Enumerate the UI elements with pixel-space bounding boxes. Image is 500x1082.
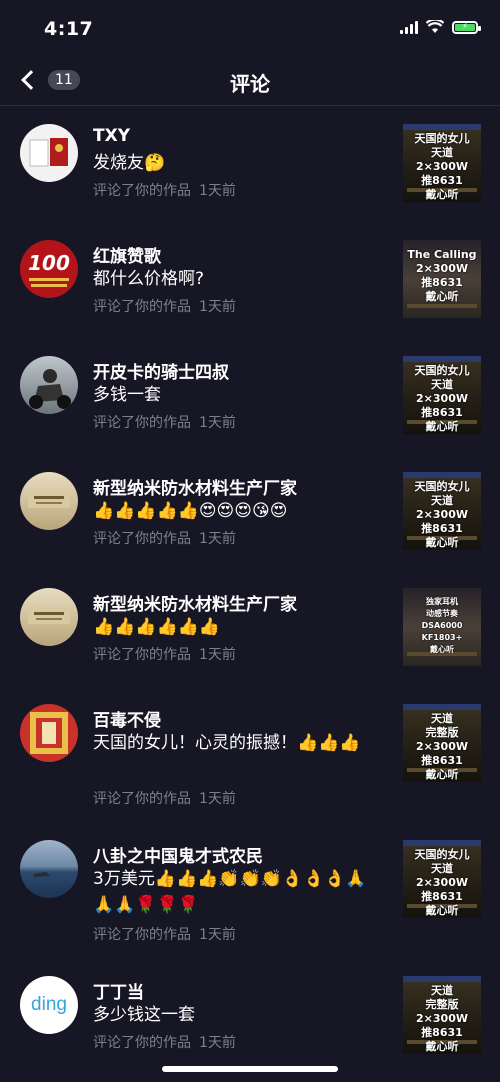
comment-text: 发烧友🤔 <box>93 153 166 173</box>
avatar[interactable] <box>20 124 78 182</box>
thumbnail-caption: 天国的女儿 天道 2×300W 推8631 戴心听 <box>414 848 470 917</box>
meta-time: 1天前 <box>199 927 236 943</box>
comment-item[interactable]: 百毒不侵 天国的女儿！心灵的振撼！👍👍👍 评论了你的作品 1天前 天道 完整版 2… <box>0 686 500 822</box>
meta-action: 评论了你的作品 <box>93 531 191 547</box>
avatar[interactable]: ding <box>20 976 78 1034</box>
comment-item[interactable]: 100 红旗赞歌 都什么价格啊? 评论了你的作品 1天前 The Calling … <box>0 222 500 338</box>
nav-bar: 11 评论 <box>0 56 500 106</box>
comment-meta: 评论了你的作品 1天前 <box>93 924 244 944</box>
status-bar: 4:17 ⚡ <box>0 0 500 56</box>
meta-action: 评论了你的作品 <box>93 299 191 315</box>
thumbnail-caption: 天道 完整版 2×300W 推8631 戴心听 <box>416 984 468 1053</box>
video-thumbnail[interactable]: 天国的女儿 天道 2×300W 推8631 戴心听 <box>403 840 481 918</box>
meta-time: 1天前 <box>199 415 236 431</box>
page-title: 评论 <box>230 72 270 96</box>
avatar-label: 100 <box>28 251 70 275</box>
comment-item[interactable]: 开皮卡的骑士四叔 多钱一套 评论了你的作品 1天前 天国的女儿 天道 2×300W… <box>0 338 500 454</box>
avatar[interactable] <box>20 704 78 762</box>
avatar[interactable] <box>20 840 78 898</box>
comment-meta: 评论了你的作品 1天前 <box>93 296 244 316</box>
comment-item[interactable]: 八卦之中国鬼才式农民 3万美元👍👍👍👏👏👏👌👌👌🙏🙏🙏🌹🌹🌹 评论了你的作品 1天… <box>0 822 500 958</box>
comment-author[interactable]: 八卦之中国鬼才式农民 <box>93 842 263 867</box>
battery-icon: ⚡ <box>452 20 481 34</box>
status-time: 4:17 <box>44 18 94 40</box>
comment-text: 3万美元👍👍👍👏👏👏👌👌👌🙏🙏🙏🌹🌹🌹 <box>93 869 367 915</box>
comment-item[interactable]: ding 丁丁当 多少钱这一套 评论了你的作品 1天前 天道 完整版 2×300W… <box>0 958 500 1074</box>
meta-time: 1天前 <box>199 791 236 807</box>
comment-item[interactable]: 新型纳米防水材料生产厂家 👍👍👍👍👍👍 评论了你的作品 1天前 独家耳机 动感节奏… <box>0 570 500 686</box>
thumbnail-caption: 天道 完整版 2×300W 推8631 戴心听 <box>416 712 468 781</box>
video-thumbnail[interactable]: The Calling 2×300W 推8631 戴心听 <box>403 240 481 318</box>
comment-meta: 评论了你的作品 1天前 <box>93 788 244 808</box>
home-indicator[interactable] <box>162 1066 338 1072</box>
meta-action: 评论了你的作品 <box>93 415 191 431</box>
comment-item[interactable]: 新型纳米防水材料生产厂家 👍👍👍👍👍😍😍😍😘😍 评论了你的作品 1天前 天国的女儿… <box>0 454 500 570</box>
thumbnail-caption: 天国的女儿 天道 2×300W 推8631 戴心听 <box>414 480 470 549</box>
comment-text: 👍👍👍👍👍😍😍😍😘😍 <box>93 501 288 521</box>
cellular-signal-icon <box>400 20 418 34</box>
thumbnail-caption: 天国的女儿 天道 2×300W 推8631 戴心听 <box>414 132 470 201</box>
comment-meta: 评论了你的作品 1天前 <box>93 412 244 432</box>
comment-author[interactable]: 红旗赞歌 <box>93 242 161 267</box>
meta-action: 评论了你的作品 <box>93 927 191 943</box>
meta-time: 1天前 <box>199 1035 236 1051</box>
meta-time: 1天前 <box>199 531 236 547</box>
wifi-icon <box>426 20 444 33</box>
comment-author[interactable]: 百毒不侵 <box>93 706 161 731</box>
comment-meta: 评论了你的作品 1天前 <box>93 1032 244 1052</box>
avatar[interactable] <box>20 588 78 646</box>
avatar[interactable] <box>20 356 78 414</box>
video-thumbnail[interactable]: 天国的女儿 天道 2×300W 推8631 戴心听 <box>403 356 481 434</box>
comment-text: 多钱一套 <box>93 385 161 405</box>
comment-item[interactable]: TXY 发烧友🤔 评论了你的作品 1天前 天国的女儿 天道 2×300W 推863… <box>0 106 500 222</box>
thumbnail-caption: 天国的女儿 天道 2×300W 推8631 戴心听 <box>414 364 470 433</box>
comment-text: 天国的女儿！心灵的振撼！👍👍👍 <box>93 733 361 753</box>
avatar[interactable]: 100 <box>20 240 78 298</box>
video-thumbnail[interactable]: 天国的女儿 天道 2×300W 推8631 戴心听 <box>403 124 481 202</box>
video-thumbnail[interactable]: 独家耳机 动感节奏 DSA6000 KF1803+ 戴心听 <box>403 588 481 666</box>
meta-action: 评论了你的作品 <box>93 1035 191 1051</box>
meta-time: 1天前 <box>199 647 236 663</box>
meta-time: 1天前 <box>199 183 236 199</box>
comment-author[interactable]: 新型纳米防水材料生产厂家 <box>93 474 297 499</box>
thumbnail-caption: The Calling 2×300W 推8631 戴心听 <box>407 248 477 303</box>
comment-meta: 评论了你的作品 1天前 <box>93 180 244 200</box>
comment-author[interactable]: 新型纳米防水材料生产厂家 <box>93 590 297 615</box>
status-icons: ⚡ <box>400 20 481 34</box>
video-thumbnail[interactable]: 天道 完整版 2×300W 推8631 戴心听 <box>403 704 481 782</box>
meta-action: 评论了你的作品 <box>93 647 191 663</box>
comment-author[interactable]: 开皮卡的骑士四叔 <box>93 358 229 383</box>
meta-time: 1天前 <box>199 299 236 315</box>
comment-text: 👍👍👍👍👍👍 <box>93 617 221 637</box>
avatar[interactable] <box>20 472 78 530</box>
meta-action: 评论了你的作品 <box>93 183 191 199</box>
comment-text: 都什么价格啊? <box>93 269 205 289</box>
comment-text: 多少钱这一套 <box>93 1005 195 1025</box>
comment-author[interactable]: TXY <box>93 126 130 146</box>
avatar-label: ding <box>31 994 67 1015</box>
thumbnail-caption: 独家耳机 动感节奏 DSA6000 KF1803+ 戴心听 <box>421 597 463 654</box>
meta-action: 评论了你的作品 <box>93 791 191 807</box>
comment-meta: 评论了你的作品 1天前 <box>93 528 244 548</box>
video-thumbnail[interactable]: 天国的女儿 天道 2×300W 推8631 戴心听 <box>403 472 481 550</box>
comment-author[interactable]: 丁丁当 <box>93 978 144 1003</box>
video-thumbnail[interactable]: 天道 完整版 2×300W 推8631 戴心听 <box>403 976 481 1054</box>
comment-meta: 评论了你的作品 1天前 <box>93 644 244 664</box>
